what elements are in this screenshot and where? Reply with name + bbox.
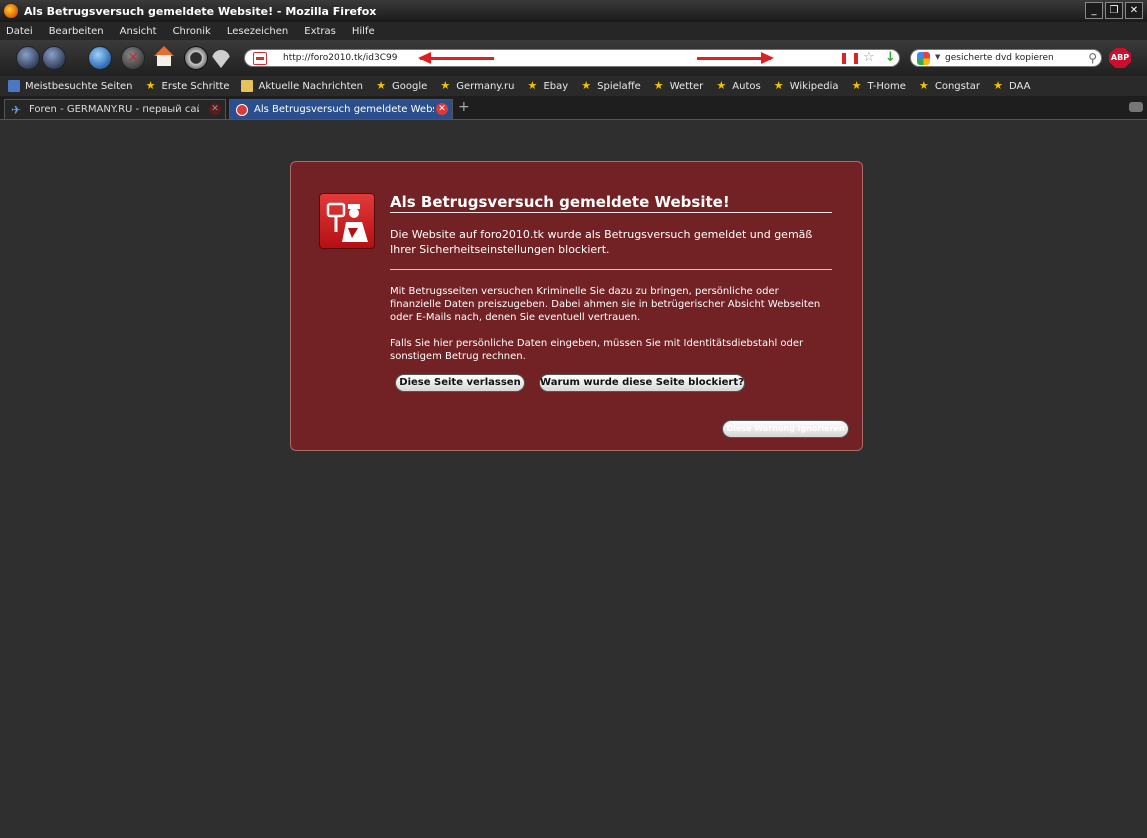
bookmarks-toolbar: ■Meistbesuchte Seiten ★Erste Schritte ■A… bbox=[0, 76, 1147, 96]
forward-button[interactable] bbox=[42, 46, 66, 70]
ignore-warning-button[interactable]: Diese Warnung ignorieren bbox=[722, 420, 849, 438]
search-bar[interactable]: ▼ gesicherte dvd kopieren ⚲ bbox=[910, 49, 1102, 67]
close-window-button[interactable]: ✕ bbox=[1125, 2, 1143, 19]
warning-short-description: Die Website auf foro2010.tk wurde als Be… bbox=[390, 228, 813, 256]
firefox-logo-icon bbox=[4, 4, 18, 18]
bookmark-autos[interactable]: ★ Autos bbox=[715, 80, 760, 92]
menu-chronik[interactable]: Chronik bbox=[173, 26, 211, 37]
arrowhead-right-icon bbox=[761, 52, 774, 64]
tab-label: Foren - GERMANY.RU - первый сайт "гд... bbox=[29, 104, 199, 115]
new-tab-button[interactable]: + bbox=[458, 99, 470, 115]
bookmark-t-home[interactable]: ★ T-Home bbox=[851, 80, 906, 92]
menu-ansicht[interactable]: Ansicht bbox=[120, 26, 157, 37]
download-arrow-icon[interactable]: ↓ bbox=[885, 50, 896, 65]
star-icon: ★ bbox=[527, 79, 538, 92]
tab-list-icon[interactable] bbox=[1129, 102, 1143, 112]
blocked-site-icon bbox=[236, 103, 248, 116]
bookmark-spielaffe[interactable]: ★ Spielaffe bbox=[580, 80, 641, 92]
star-icon: ★ bbox=[376, 79, 386, 92]
tab-label: Als Betrugsversuch gemeldete Website! bbox=[254, 104, 434, 115]
menu-datei[interactable]: Datei bbox=[6, 26, 33, 37]
gem-icon[interactable] bbox=[212, 50, 230, 68]
warning-title: Als Betrugsversuch gemeldete Website! bbox=[390, 193, 832, 213]
divider bbox=[390, 269, 832, 270]
home-button[interactable] bbox=[153, 46, 175, 68]
arrowhead-left-icon bbox=[418, 52, 431, 64]
tab-foren-germany[interactable]: ✈ Foren - GERMANY.RU - первый сайт "гд..… bbox=[4, 99, 226, 119]
bookmark-daa[interactable]: ★ DAA bbox=[992, 80, 1030, 92]
window-title: Als Betrugsversuch gemeldete Website! - … bbox=[24, 4, 377, 18]
bookmark-star-icon[interactable]: ☆ bbox=[863, 50, 875, 65]
phishing-warning-panel: Als Betrugsversuch gemeldete Website! Di… bbox=[290, 161, 863, 451]
tab-bar: ✈ Foren - GERMANY.RU - первый сайт "гд..… bbox=[0, 96, 1147, 120]
menu-extras[interactable]: Extras bbox=[304, 26, 336, 37]
police-officer-icon bbox=[319, 193, 375, 249]
bookmark-ebay[interactable]: ★ Ebay bbox=[526, 79, 569, 92]
why-blocked-button[interactable]: Warum wurde diese Seite blockiert? bbox=[539, 374, 745, 392]
close-tab-icon[interactable]: ✕ bbox=[436, 103, 448, 115]
star-icon: ★ bbox=[581, 79, 592, 92]
star-icon: ★ bbox=[145, 79, 156, 92]
search-icon[interactable]: ⚲ bbox=[1088, 51, 1097, 65]
back-button[interactable] bbox=[16, 46, 40, 70]
leave-page-button[interactable]: Diese Seite verlassen bbox=[395, 374, 525, 392]
bookmark-germany-ru[interactable]: ★ Germany.ru bbox=[439, 80, 514, 92]
menu-bar: Datei Bearbeiten Ansicht Chronik Lesezei… bbox=[0, 22, 1147, 40]
bookmark-congstar[interactable]: ★ Congstar bbox=[918, 80, 980, 92]
window-titlebar: Als Betrugsversuch gemeldete Website! - … bbox=[0, 0, 1147, 22]
star-icon: ★ bbox=[653, 79, 664, 92]
warning-long-description: Mit Betrugsseiten versuchen Kriminelle S… bbox=[390, 286, 821, 323]
stop-button[interactable]: ✕ bbox=[121, 46, 145, 70]
tab-betrugsversuch[interactable]: Als Betrugsversuch gemeldete Website! ✕ bbox=[229, 99, 453, 119]
blocked-site-icon bbox=[253, 52, 267, 65]
warning-identity-theft-note: Falls Sie hier persönliche Daten eingebe… bbox=[390, 338, 804, 362]
url-text[interactable]: http://foro2010.tk/id3C99 bbox=[283, 53, 397, 63]
menu-lesezeichen[interactable]: Lesezeichen bbox=[227, 26, 288, 37]
canada-flag-icon bbox=[842, 53, 858, 64]
menu-hilfe[interactable]: Hilfe bbox=[352, 26, 375, 37]
folder-icon: ■ bbox=[8, 80, 20, 92]
google-icon[interactable] bbox=[917, 52, 930, 65]
bookmark-erste-schritte[interactable]: ★ Erste Schritte bbox=[145, 80, 230, 92]
url-bar[interactable]: http://foro2010.tk/id3C99 ☆ ↓ bbox=[244, 49, 900, 67]
star-icon: ★ bbox=[440, 79, 451, 92]
search-query[interactable]: gesicherte dvd kopieren bbox=[945, 53, 1054, 63]
navigation-toolbar: ✕ http://foro2010.tk/id3C99 ☆ ↓ ▼ gesich… bbox=[0, 40, 1147, 76]
close-tab-icon[interactable]: ✕ bbox=[209, 103, 221, 115]
downloads-icon[interactable] bbox=[184, 46, 208, 70]
rss-folder-icon: ■ bbox=[241, 80, 254, 92]
star-icon: ★ bbox=[918, 79, 929, 92]
search-engine-dropdown-icon[interactable]: ▼ bbox=[935, 53, 940, 61]
bookmark-wikipedia[interactable]: ★ Wikipedia bbox=[773, 80, 839, 92]
reload-button[interactable] bbox=[88, 46, 112, 70]
star-icon: ★ bbox=[993, 79, 1003, 92]
star-icon: ★ bbox=[716, 79, 727, 92]
restore-button[interactable]: ❐ bbox=[1105, 2, 1123, 19]
bookmark-wetter[interactable]: ★ Wetter bbox=[653, 80, 704, 92]
window-controls: _ ❐ ✕ bbox=[1085, 2, 1143, 19]
star-icon: ★ bbox=[773, 79, 784, 92]
adblock-plus-icon[interactable]: ABP bbox=[1109, 48, 1131, 68]
star-icon: ★ bbox=[851, 79, 862, 92]
bookmark-google[interactable]: ★ Google bbox=[375, 80, 427, 92]
minimize-button[interactable]: _ bbox=[1085, 2, 1103, 19]
bookmark-meistbesuchte[interactable]: ■Meistbesuchte Seiten bbox=[8, 80, 133, 92]
menu-bearbeiten[interactable]: Bearbeiten bbox=[49, 26, 104, 37]
annotation-arrow-right bbox=[697, 57, 771, 60]
germany-ru-icon: ✈ bbox=[11, 102, 22, 117]
bookmark-aktuelle-nachrichten[interactable]: ■Aktuelle Nachrichten bbox=[241, 80, 363, 92]
